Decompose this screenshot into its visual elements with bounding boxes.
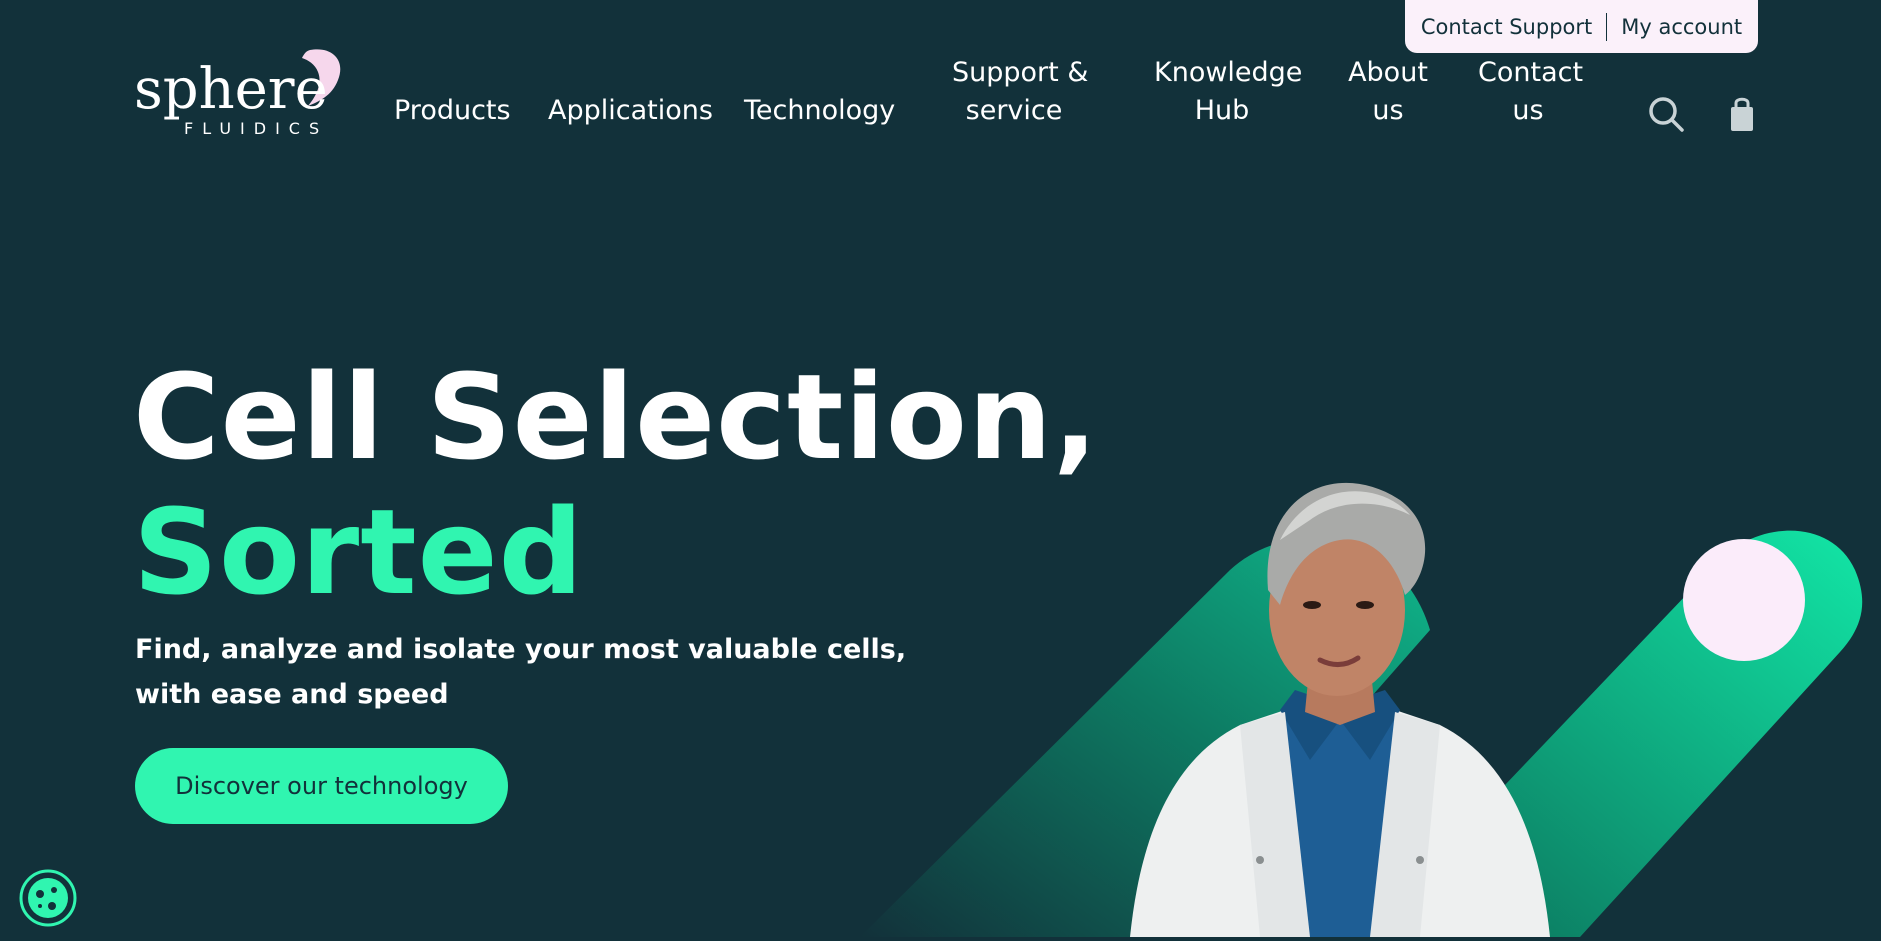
nav-technology[interactable]: Technology xyxy=(744,92,895,130)
nav-contact-us[interactable]: Contact us xyxy=(1478,54,1583,130)
contact-support-link[interactable]: Contact Support xyxy=(1407,15,1606,39)
nav-about-us[interactable]: About us xyxy=(1348,54,1428,130)
nav-label: Products xyxy=(394,95,511,126)
nav-applications[interactable]: Applications xyxy=(548,92,713,130)
logo-wordmark: sphere xyxy=(134,57,328,122)
nav-label-line1: About xyxy=(1348,57,1428,88)
hero-illustration xyxy=(840,420,1881,937)
nav-label: Applications xyxy=(548,95,713,126)
my-account-link[interactable]: My account xyxy=(1607,15,1756,39)
nav-support-service[interactable]: Support & service xyxy=(952,54,1088,130)
shopping-bag-icon[interactable] xyxy=(1722,94,1762,134)
utility-bar: Contact Support My account xyxy=(1405,0,1758,53)
sphere-fluidics-logo[interactable]: sphere FLUIDICS xyxy=(132,46,342,138)
discover-technology-button[interactable]: Discover our technology xyxy=(135,748,508,824)
decor-sphere xyxy=(1683,539,1805,661)
nav-products[interactable]: Products xyxy=(394,92,511,130)
cookie-icon[interactable] xyxy=(18,868,78,928)
nav-label-line2: us xyxy=(1372,95,1404,126)
nav-label-line1: Knowledge xyxy=(1154,57,1303,88)
search-icon[interactable] xyxy=(1646,94,1686,134)
nav-label-line2: Hub xyxy=(1194,95,1250,126)
logo-mark: sphere FLUIDICS xyxy=(134,49,341,138)
hero-subtitle: Find, analyze and isolate your most valu… xyxy=(135,634,907,710)
nav-label: Technology xyxy=(744,95,896,126)
logo-tagline: FLUIDICS xyxy=(184,119,328,138)
nav-knowledge-hub[interactable]: Knowledge Hub xyxy=(1154,54,1302,130)
nav-label-line2: us xyxy=(1512,95,1544,126)
nav-label-line2: service xyxy=(965,95,1063,126)
nav-label-line1: Support & xyxy=(952,57,1089,88)
nav-label-line1: Contact xyxy=(1478,57,1584,88)
